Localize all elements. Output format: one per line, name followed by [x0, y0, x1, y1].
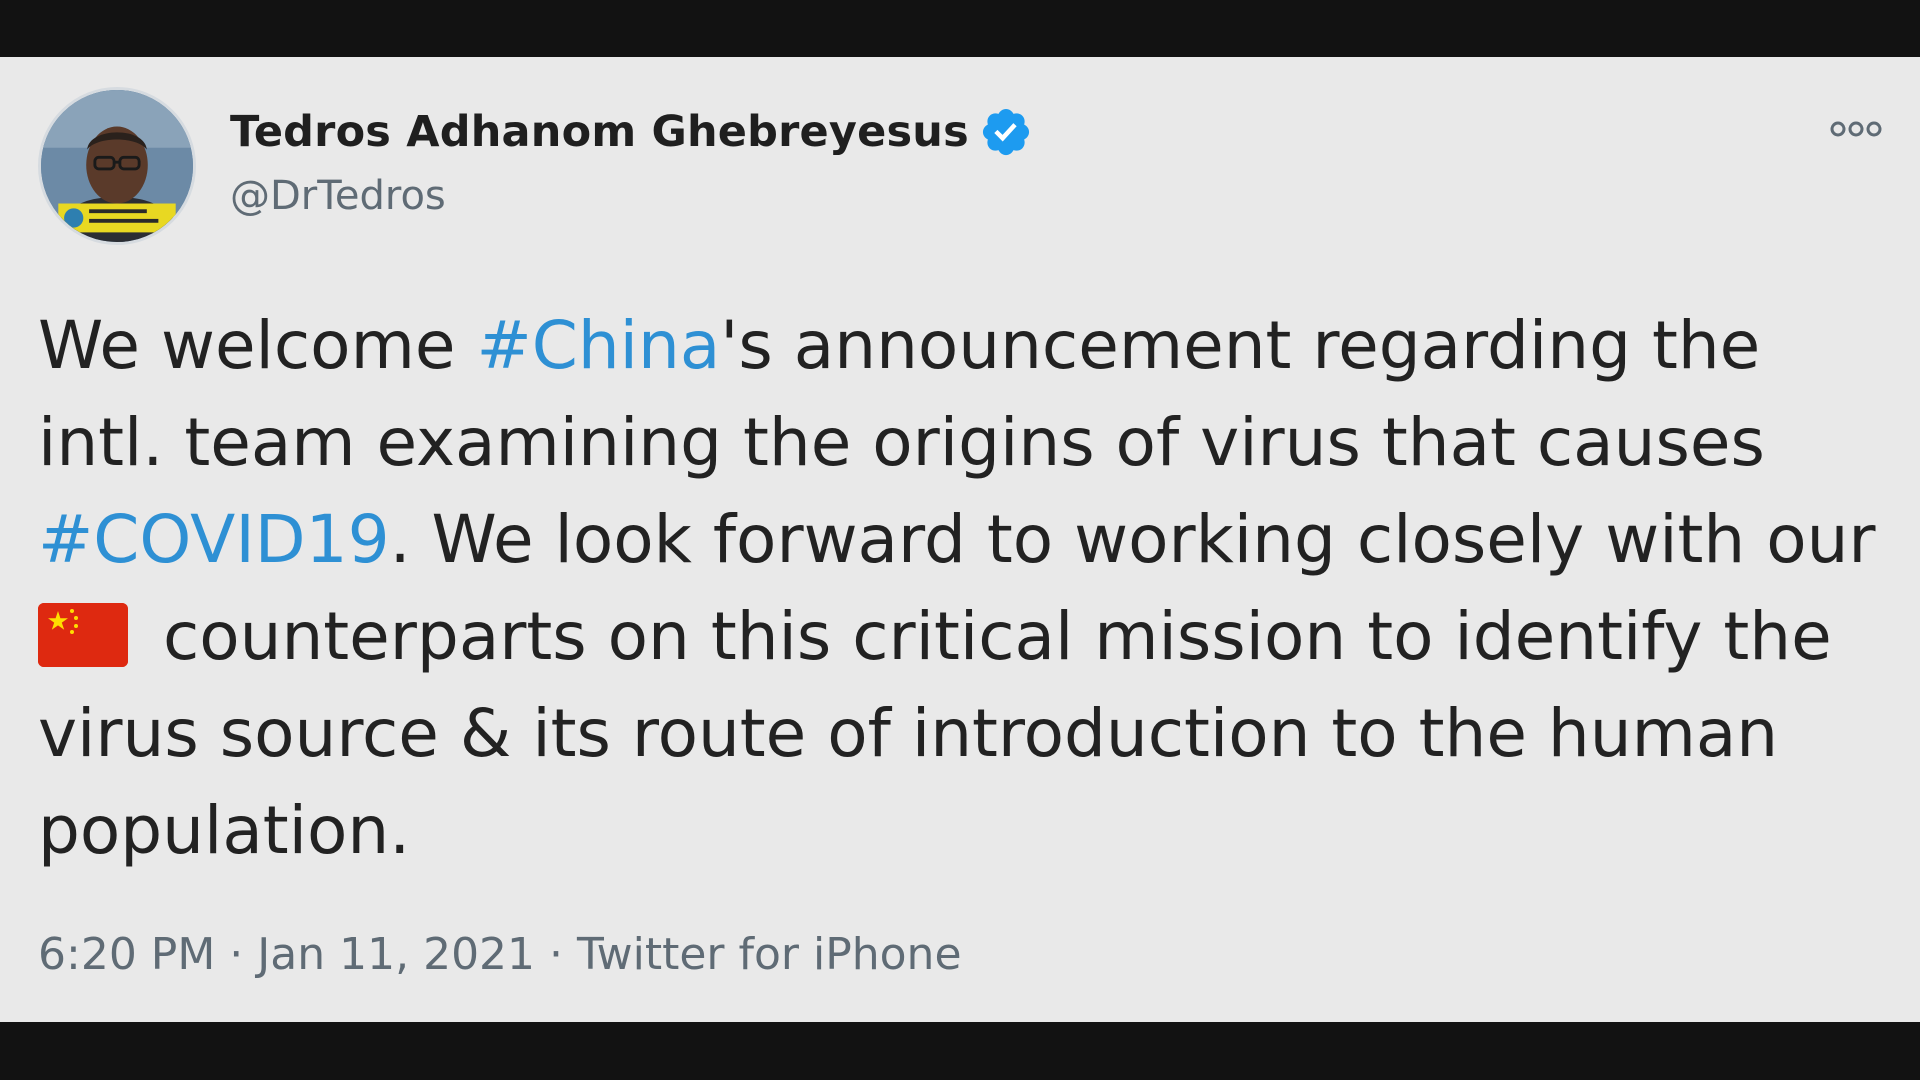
- tweet-text: We welcome #China's announcement regardi…: [38, 297, 1898, 879]
- verified-badge-icon: [979, 105, 1033, 159]
- more-options-icon[interactable]: [1828, 117, 1884, 141]
- tweet-text-segment: . We look forward to working closely wit…: [389, 501, 1876, 578]
- tweet-source[interactable]: Twitter for iPhone: [577, 929, 961, 980]
- author-display-name[interactable]: Tedros Adhanom Ghebreyesus: [230, 107, 969, 157]
- meta-separator: ·: [229, 929, 244, 980]
- avatar[interactable]: [38, 87, 196, 245]
- tweet-text-segment: counterparts on this critical mission to…: [38, 598, 1832, 869]
- meta-separator: ·: [549, 929, 564, 980]
- tweet-time[interactable]: 6:20 PM: [38, 929, 215, 980]
- tweet-date[interactable]: Jan 11, 2021: [257, 929, 535, 980]
- author-name-row: Tedros Adhanom Ghebreyesus: [230, 105, 1033, 159]
- hashtag-link-covid19[interactable]: #COVID19: [38, 501, 390, 578]
- avatar-image: [41, 90, 193, 242]
- tweet-text-segment: We welcome: [38, 307, 477, 384]
- tweet-meta: 6:20 PM · Jan 11, 2021 · Twitter for iPh…: [38, 929, 962, 980]
- china-flag-icon: [38, 603, 128, 667]
- author-handle[interactable]: @DrTedros: [230, 173, 446, 219]
- hashtag-link-china[interactable]: #China: [476, 307, 720, 384]
- tweet-card: Tedros Adhanom Ghebreyesus @DrTedros We …: [0, 57, 1920, 1022]
- video-frame: Tedros Adhanom Ghebreyesus @DrTedros We …: [0, 0, 1920, 1080]
